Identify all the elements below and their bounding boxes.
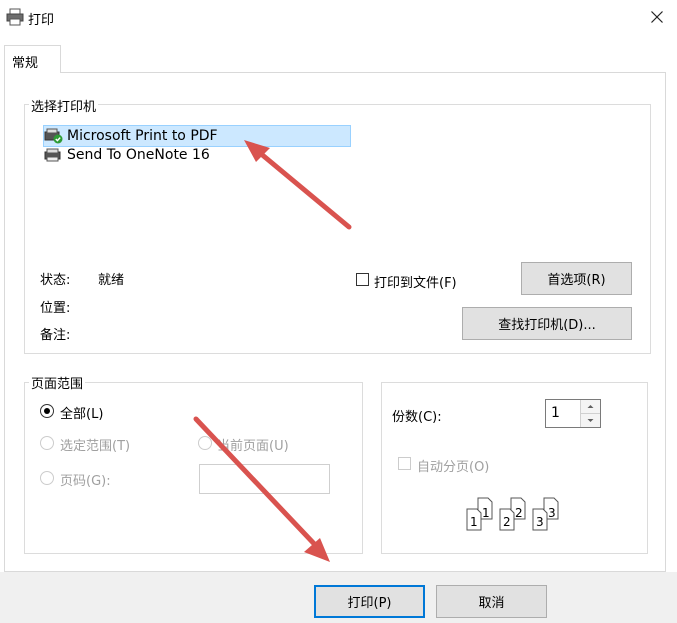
- copies-value: 1: [551, 405, 560, 421]
- page-range-group-label: 页面范围: [29, 373, 86, 392]
- all-pages-radio[interactable]: [40, 404, 54, 418]
- radio-dot: [44, 408, 50, 414]
- printer-icon: [44, 147, 64, 163]
- collate-page-number: 2: [503, 515, 511, 529]
- collate-page-number: 2: [515, 506, 523, 520]
- selection-radio[interactable]: [40, 436, 54, 450]
- title-bar: 打印: [0, 0, 677, 36]
- pages-input[interactable]: [199, 464, 330, 494]
- find-printer-button[interactable]: 查找打印机(D)...: [462, 307, 632, 340]
- chevron-up-icon: [587, 405, 594, 408]
- collate-page-number: 3: [536, 515, 544, 529]
- status-label: 状态:: [40, 273, 71, 288]
- printer-list-item[interactable]: Send To OneNote 16: [44, 145, 350, 165]
- chevron-down-icon: [587, 419, 594, 422]
- all-pages-label: 全部(L): [60, 407, 104, 422]
- collate-label: 自动分页(O): [417, 460, 490, 475]
- location-label: 位置:: [40, 301, 71, 316]
- preferences-button[interactable]: 首选项(R): [521, 262, 632, 295]
- printer-name: Send To OneNote 16: [67, 147, 210, 163]
- pages-label: 页码(G):: [60, 474, 111, 489]
- close-button[interactable]: [641, 2, 673, 32]
- selection-label: 选定范围(T): [60, 439, 131, 454]
- copies-spinner[interactable]: 1: [545, 399, 601, 428]
- printer-name: Microsoft Print to PDF: [67, 128, 218, 144]
- window-title: 打印: [28, 13, 55, 28]
- print-to-file-label: 打印到文件(F): [374, 276, 457, 291]
- collate-page-number: 1: [470, 515, 478, 529]
- pages-radio[interactable]: [40, 471, 54, 485]
- spin-down-button[interactable]: [581, 414, 600, 427]
- copies-label: 份数(C):: [392, 410, 442, 425]
- collate-page-number: 1: [482, 506, 490, 520]
- current-page-label: 当前页面(U): [217, 439, 289, 454]
- spin-up-button[interactable]: [581, 400, 600, 414]
- printer-app-icon: [6, 8, 24, 26]
- tab-general[interactable]: 常规: [4, 45, 61, 73]
- cancel-button[interactable]: 取消: [436, 585, 547, 618]
- tab-general-label: 常规: [12, 56, 39, 71]
- printer-list-item[interactable]: Microsoft Print to PDF: [43, 125, 351, 147]
- current-page-radio[interactable]: [198, 436, 212, 450]
- comment-label: 备注:: [40, 328, 71, 343]
- spinner-buttons: [580, 400, 600, 427]
- printer-default-icon: [44, 128, 64, 144]
- print-button[interactable]: 打印(P): [314, 585, 425, 618]
- collate-checkbox[interactable]: [398, 457, 411, 470]
- select-printer-group-label: 选择打印机: [29, 96, 99, 115]
- collate-page-number: 3: [548, 506, 556, 520]
- print-to-file-checkbox[interactable]: [356, 273, 369, 286]
- status-value: 就绪: [98, 273, 125, 288]
- collate-illustration-icon: 1 1 2 2 3 3: [466, 497, 570, 531]
- close-icon: [651, 11, 663, 23]
